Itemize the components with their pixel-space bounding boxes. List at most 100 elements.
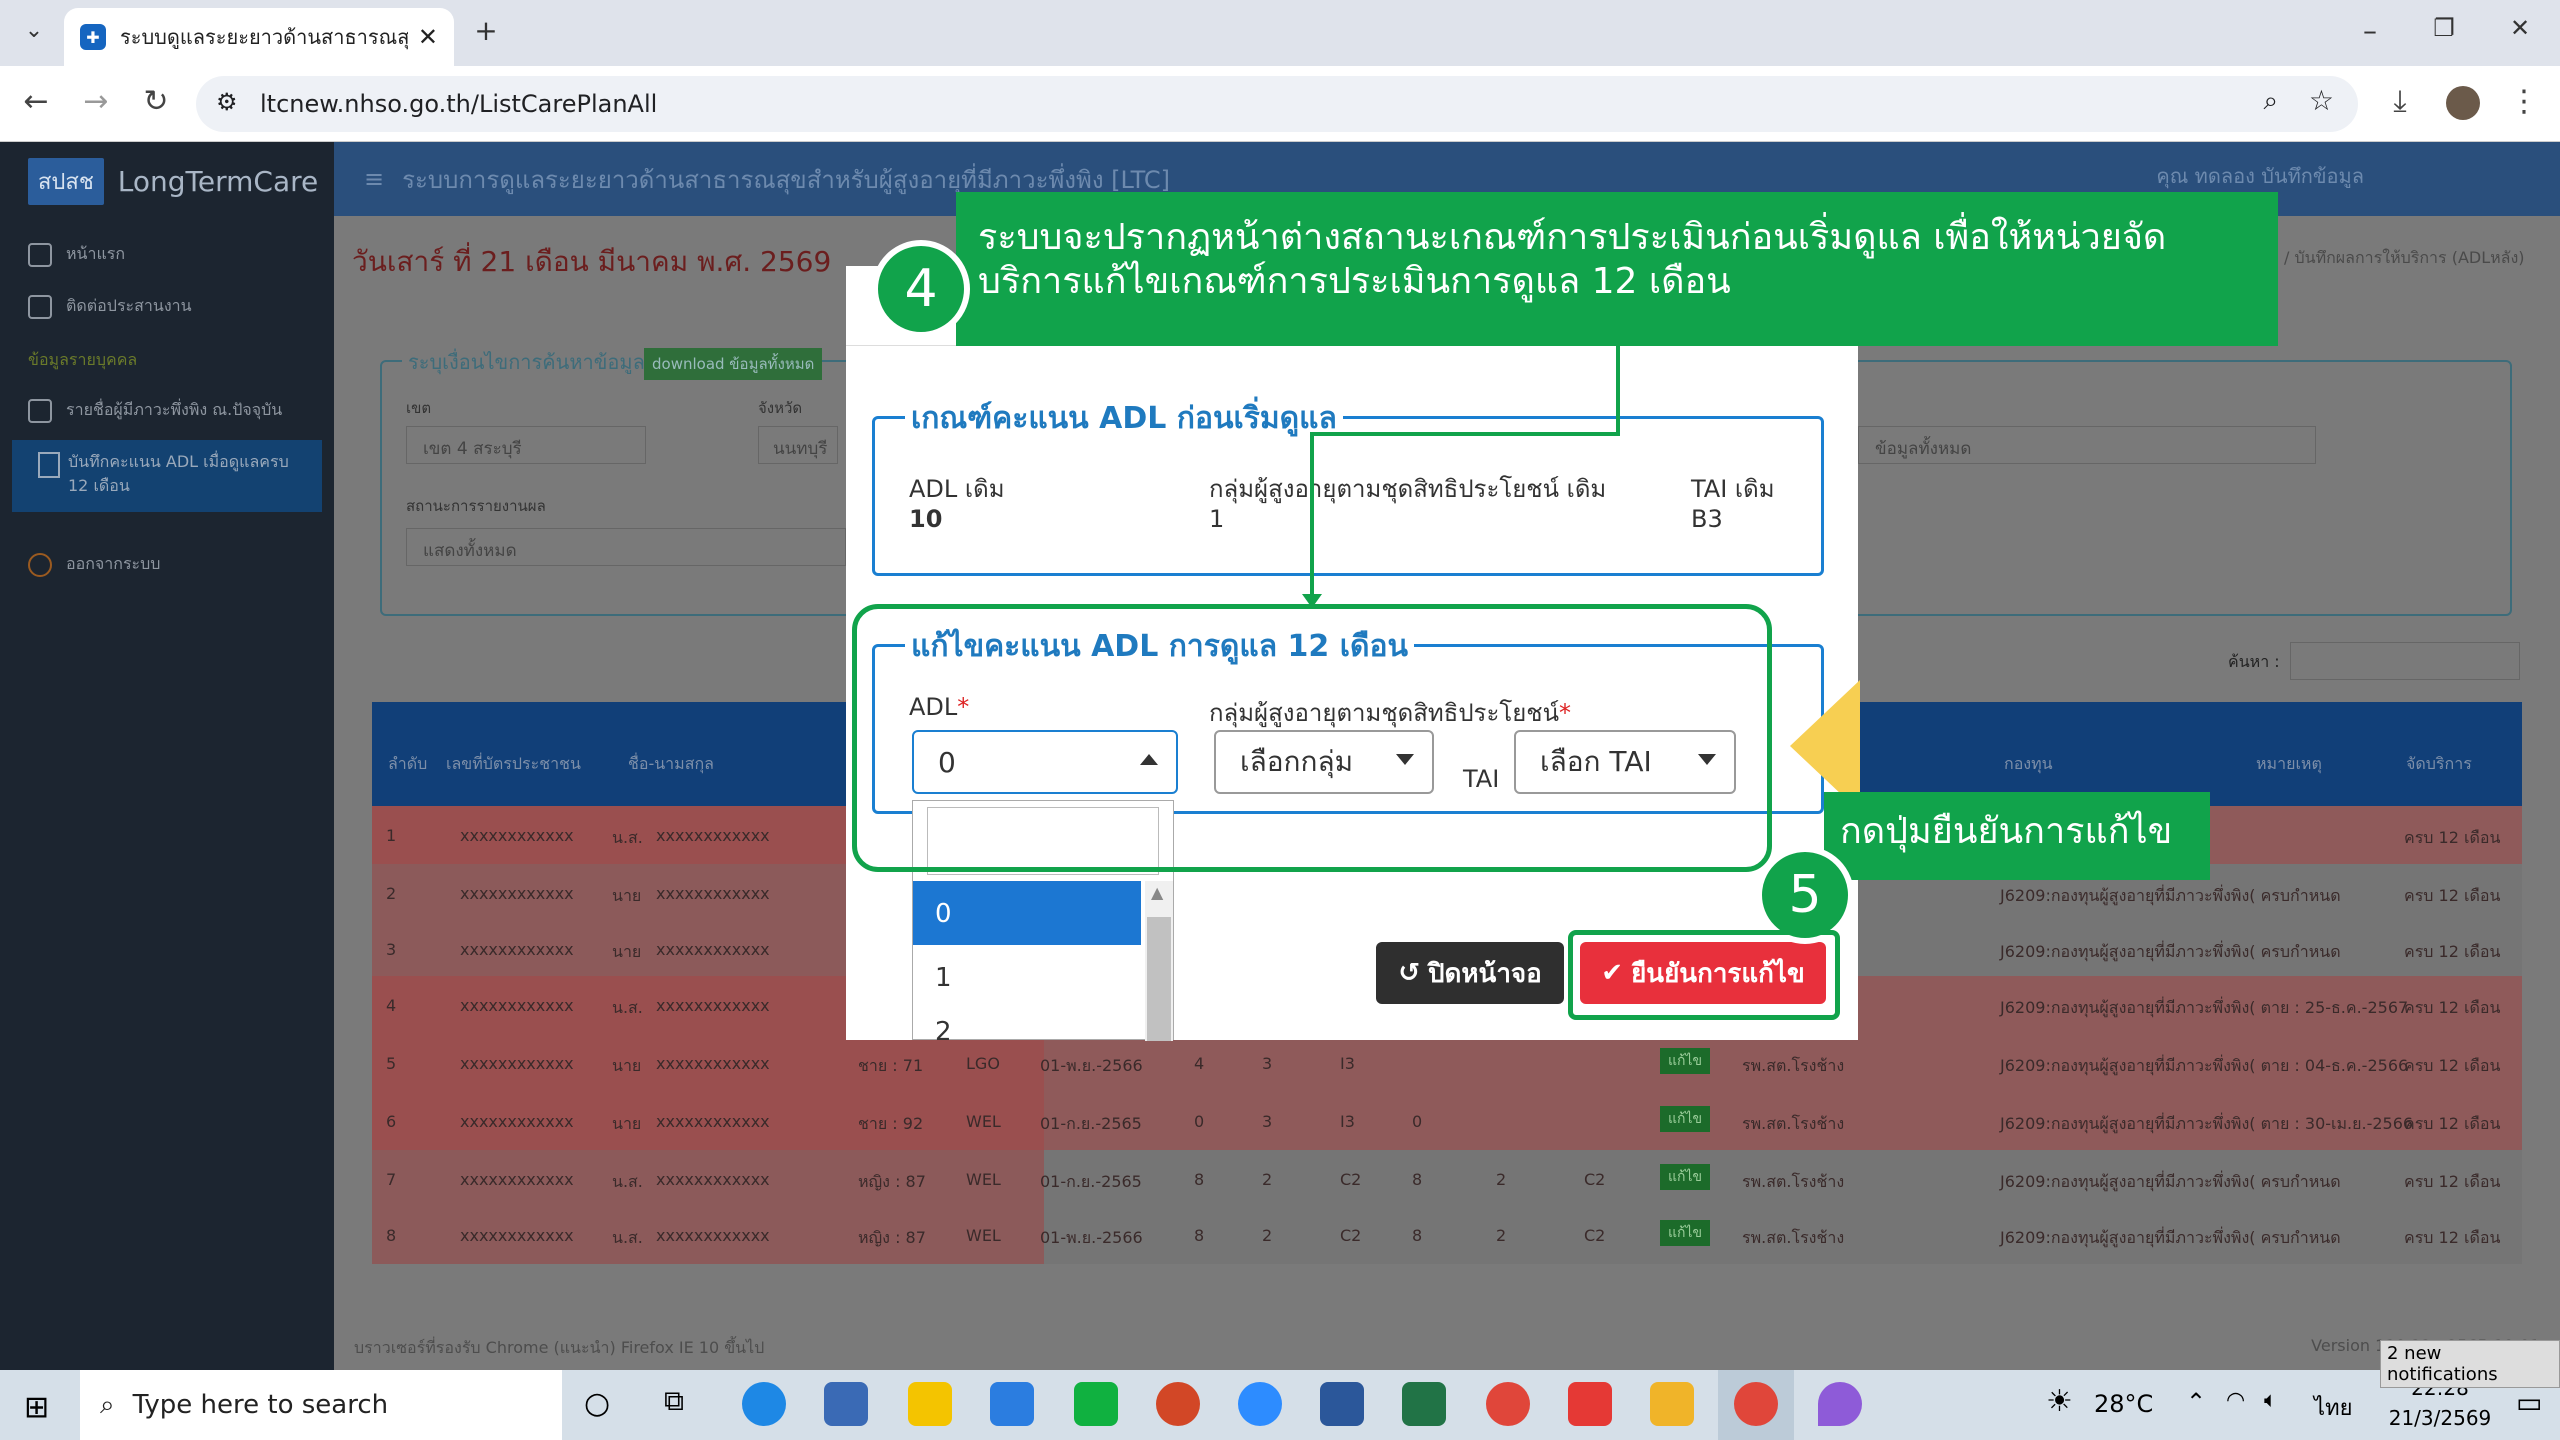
tray-chevron-icon[interactable]: ⌃	[2186, 1388, 2206, 1416]
excel-icon[interactable]	[1402, 1382, 1446, 1426]
breadcrumb: / บันทึกผลการให้บริการ (ADLหลัง)	[2284, 248, 2525, 267]
logo-badge: สปสช	[28, 158, 104, 205]
sidebar-item-logout[interactable]: ออกจากระบบ	[28, 552, 160, 577]
line-icon[interactable]	[1074, 1382, 1118, 1426]
close-btn-label: ปิดหน้าจอ	[1428, 958, 1542, 989]
browser-support: บราวเซอร์ที่รองรับ Chrome (แนะนำ) Firefo…	[354, 1338, 765, 1357]
word-icon[interactable]	[1320, 1382, 1364, 1426]
forward-icon[interactable]: →	[76, 84, 116, 119]
cell-name: xxxxxxxxxxxx	[656, 1112, 770, 1131]
back-icon[interactable]: ←	[16, 84, 56, 119]
cell-fund: J6209:กองทุนผู้สูงอายุที่มีภาวะพึ่งพิง( …	[2000, 1172, 2341, 1191]
user-name[interactable]: คุณ ทดลอง บันทึกข้อมูล	[2156, 160, 2364, 192]
table-row[interactable]: 8 xxxxxxxxxxxx น.ส. xxxxxxxxxxxx หญิง : 87 WE…	[372, 1206, 2522, 1264]
chrome-icon[interactable]	[1486, 1382, 1530, 1426]
edit-row-button[interactable]: แก้ไข	[1660, 1220, 1711, 1246]
close-tab-icon[interactable]: ✕	[418, 23, 438, 51]
cell-b: 2	[1262, 1226, 1273, 1245]
taskbar-search[interactable]: ⌕ Type here to search	[80, 1370, 562, 1440]
cell-id: xxxxxxxxxxxx	[460, 826, 574, 845]
volume-icon[interactable]: 🔈︎	[2264, 1388, 2277, 1413]
url-bar[interactable]: ⚙ ltcnew.nhso.go.th/ListCarePlanAll ⌕ ☆	[196, 76, 2358, 132]
reload-icon[interactable]: ↻	[136, 84, 176, 119]
phone-icon	[28, 294, 52, 319]
download-icon[interactable]: ⤓	[2380, 84, 2420, 119]
table-row[interactable]: 6 xxxxxxxxxxxx นาย xxxxxxxxxxxx ชาย : 92 WEL 0…	[372, 1092, 2522, 1150]
dropdown-scrollbar[interactable]: ▲	[1145, 881, 1173, 1041]
close-modal-button[interactable]: ↺ ปิดหน้าจอ	[1376, 942, 1564, 1004]
cell-no: 5	[386, 1054, 397, 1073]
province-select[interactable]: นนทบุรี	[758, 426, 838, 464]
cell-d: 8	[1412, 1170, 1423, 1189]
weather-icon[interactable]: ☀	[2046, 1384, 2073, 1419]
task-view-icon[interactable]: ⧉	[664, 1384, 684, 1418]
current-date: วันเสาร์ ที่ 21 เดือน มีนาคม พ.ศ. 2569	[352, 245, 832, 278]
calendar-icon[interactable]	[990, 1382, 1034, 1426]
anydesk-icon[interactable]	[1568, 1382, 1612, 1426]
cell-service: ครบ 12 เดือน	[2404, 1114, 2501, 1133]
sidebar-item-home[interactable]: หน้าแรก	[28, 242, 125, 267]
cell-date: 01-ก.ย.-2565	[1040, 1172, 1142, 1191]
edit-row-button[interactable]: แก้ไข	[1660, 1048, 1711, 1074]
sidebar-item-list[interactable]: รายชื่อผู้มีภาวะพึ่งพิง ณ.ปัจจุบัน	[28, 398, 282, 423]
adl-option[interactable]: 2	[913, 1007, 1141, 1041]
app-logo[interactable]: สปสช LongTermCare	[28, 158, 318, 205]
browser-tab[interactable]: ✚ ระบบดูแลระยะยาวด้านสาธารณสุขสำ ✕	[64, 8, 454, 66]
tab-search-icon[interactable]: ⌄	[14, 18, 54, 43]
powerpoint-icon[interactable]	[1156, 1382, 1200, 1426]
search-placeholder: Type here to search	[132, 1390, 389, 1420]
cell-no: 7	[386, 1170, 397, 1189]
cell-id: xxxxxxxxxxxx	[460, 940, 574, 959]
search-input[interactable]	[2290, 642, 2520, 680]
cell-unit: รพ.สต.โรงช้าง	[1742, 1114, 1845, 1133]
close-window-icon[interactable]: ✕	[2500, 14, 2540, 42]
adl-option[interactable]: 0	[913, 881, 1141, 945]
site-info-icon[interactable]: ⚙	[216, 88, 238, 116]
adl-old-label: ADL เดิม	[909, 475, 1005, 503]
zone-select[interactable]: เขต 4 สระบุรี	[406, 426, 646, 464]
paint-drop-icon[interactable]	[1818, 1382, 1862, 1426]
profile-avatar[interactable]	[2446, 86, 2480, 120]
bookmark-star-icon[interactable]: ☆	[2309, 84, 2334, 117]
chrome-profile-icon[interactable]	[1734, 1382, 1778, 1426]
zoom-icon[interactable]	[1238, 1382, 1282, 1426]
edit-row-button[interactable]: แก้ไข	[1660, 1164, 1711, 1190]
table-row[interactable]: 5 xxxxxxxxxxxx นาย xxxxxxxxxxxx ชาย : 71 LGO 0…	[372, 1034, 2522, 1092]
file-explorer-icon[interactable]	[1650, 1382, 1694, 1426]
status-select[interactable]: แสดงทั้งหมด	[406, 528, 846, 566]
cell-b: 2	[1262, 1170, 1273, 1189]
cell-fund: J6209:กองทุนผู้สูงอายุที่มีภาวะพึ่งพิง( …	[2000, 886, 2341, 905]
adl-option[interactable]: 1	[913, 945, 1141, 1009]
sidebar-item-adl-12-months[interactable]: บันทึกคะแนน ADL เมื่อดูแลครบ 12 เดือน	[12, 440, 322, 512]
wifi-icon[interactable]: ◠	[2226, 1388, 2245, 1413]
input-language[interactable]: ไทย	[2314, 1390, 2352, 1425]
hamburger-icon[interactable]: ≡	[364, 165, 384, 193]
sticky-notes-icon[interactable]	[908, 1382, 952, 1426]
cortana-icon[interactable]: ○	[584, 1386, 610, 1421]
cell-b: 3	[1262, 1054, 1273, 1073]
cell-fund: J6209:กองทุนผู้สูงอายุที่มีภาวะพึ่งพิง( …	[2000, 1114, 2414, 1133]
restore-icon[interactable]: ❐	[2424, 14, 2464, 42]
notification-count[interactable]: 2 new notifications	[2380, 1340, 2560, 1388]
action-center-icon[interactable]: ▭	[2516, 1386, 2542, 1419]
th-note: หมายเหตุ	[2256, 754, 2322, 773]
all-data-select[interactable]: ข้อมูลทั้งหมด	[1858, 426, 2316, 464]
minimize-icon[interactable]: –	[2350, 14, 2390, 47]
cell-title: นาย	[612, 1114, 642, 1133]
cell-title: นาย	[612, 886, 642, 905]
menu-kebab-icon[interactable]: ⋮	[2504, 84, 2544, 119]
zoom-icon[interactable]: ⌕	[2263, 86, 2278, 117]
cell-id: xxxxxxxxxxxx	[460, 1170, 574, 1189]
scrollbar-thumb[interactable]	[1147, 917, 1171, 1041]
grid-icon	[28, 398, 52, 423]
scroll-up-icon[interactable]: ▲	[1151, 883, 1163, 902]
store-icon[interactable]	[824, 1382, 868, 1426]
sidebar-item-contact[interactable]: ติดต่อประสานงาน	[28, 294, 192, 319]
windows-start-icon[interactable]: ⊞	[24, 1390, 49, 1425]
new-tab-icon[interactable]: +	[466, 14, 506, 47]
table-row[interactable]: 7 xxxxxxxxxxxx น.ส. xxxxxxxxxxxx หญิง : 87 WE…	[372, 1150, 2522, 1208]
clock-date[interactable]: 21/3/2569	[2384, 1406, 2496, 1430]
edge-icon[interactable]	[742, 1382, 786, 1426]
edit-row-button[interactable]: แก้ไข	[1660, 1106, 1711, 1132]
download-button[interactable]: download ข้อมูลทั้งหมด	[644, 348, 823, 380]
